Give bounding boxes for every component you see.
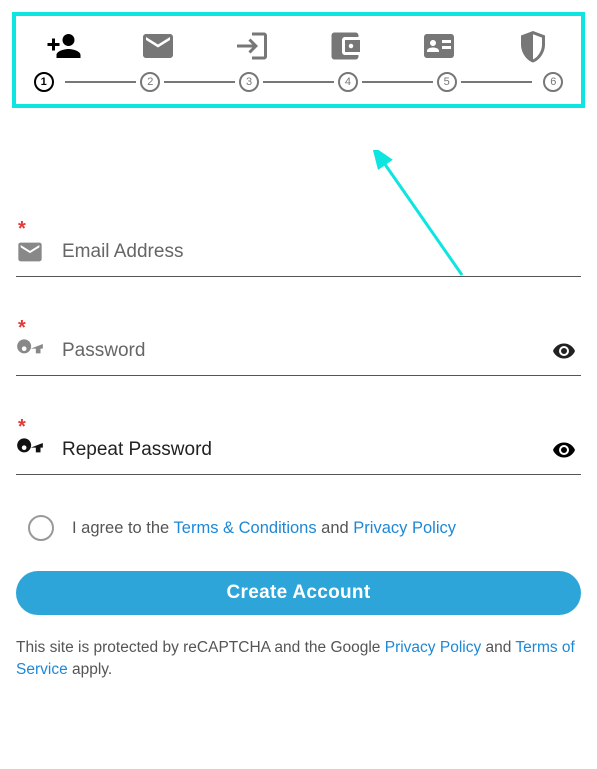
person-add-icon [46,28,82,64]
login-icon [234,28,270,64]
email-input[interactable] [62,241,581,263]
step-account[interactable] [34,28,94,64]
step-number-6: 6 [543,72,563,92]
stepper-number-row: 1 2 3 4 5 6 [26,72,571,92]
progress-stepper: 1 2 3 4 5 6 [12,12,585,108]
id-card-icon [421,28,457,64]
agree-row: I agree to the Terms & Conditions and Pr… [28,515,581,541]
step-connector [362,81,433,83]
password-field-wrapper: * [16,317,581,376]
required-mark: * [18,218,26,241]
step-number-1: 1 [34,72,54,92]
recaptcha-middle: and [481,639,515,656]
toggle-password-visibility[interactable] [547,339,581,363]
mail-icon [16,238,44,266]
step-number-5: 5 [437,72,457,92]
google-privacy-link[interactable]: Privacy Policy [385,639,481,656]
wallet-icon [327,28,363,64]
email-field-wrapper: * [16,218,581,277]
recaptcha-prefix: This site is protected by reCAPTCHA and … [16,639,385,656]
signup-form: * * * I agree to the Te [12,218,585,682]
repeat-password-field-wrapper: * [16,416,581,475]
step-id[interactable] [409,28,469,64]
key-icon [16,436,44,464]
password-input[interactable] [62,340,547,362]
required-mark: * [18,416,26,439]
create-account-button[interactable]: Create Account [16,571,581,615]
step-number-4: 4 [338,72,358,92]
privacy-link[interactable]: Privacy Policy [353,519,456,537]
mail-icon [140,28,176,64]
step-wallet[interactable] [315,28,375,64]
key-icon [16,337,44,365]
toggle-repeat-password-visibility[interactable] [547,438,581,462]
agree-prefix: I agree to the [72,519,174,537]
required-mark: * [18,317,26,340]
eye-icon [547,438,581,462]
recaptcha-suffix: apply. [68,661,113,678]
step-connector [164,81,235,83]
step-security[interactable] [503,28,563,64]
step-connector [461,81,532,83]
agree-checkbox[interactable] [28,515,54,541]
terms-link[interactable]: Terms & Conditions [174,519,317,537]
recaptcha-notice: This site is protected by reCAPTCHA and … [16,637,581,682]
step-connector [263,81,334,83]
step-connector [65,81,136,83]
eye-icon [547,339,581,363]
shield-icon [515,28,551,64]
step-number-3: 3 [239,72,259,92]
step-login[interactable] [222,28,282,64]
agree-middle: and [317,519,354,537]
repeat-password-input[interactable] [62,439,547,461]
step-email[interactable] [128,28,188,64]
agree-text: I agree to the Terms & Conditions and Pr… [72,519,456,538]
step-number-2: 2 [140,72,160,92]
